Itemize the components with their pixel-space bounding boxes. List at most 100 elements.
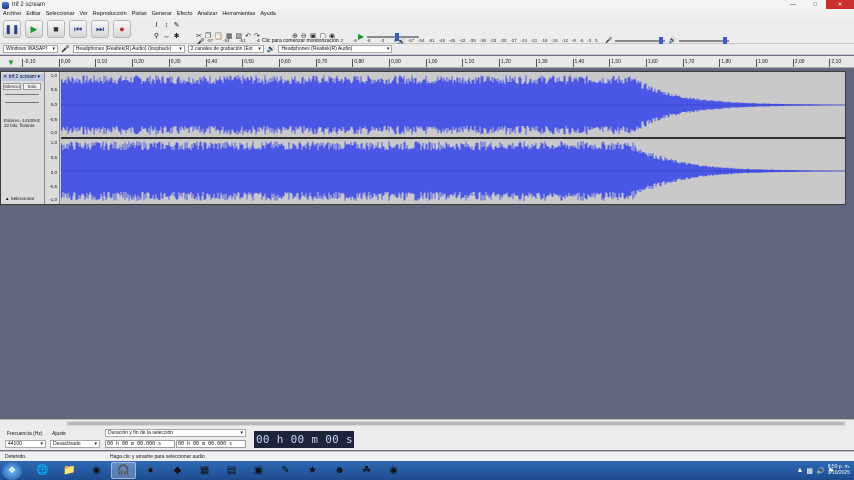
- skip-start-button[interactable]: ⏮: [69, 20, 87, 38]
- audacity-taskbar-icon[interactable]: 🎧: [111, 462, 136, 479]
- ruler-tick-label: 0,50: [242, 59, 254, 67]
- network-icon[interactable]: ▩: [806, 467, 813, 475]
- window-controls: — □ ✕: [782, 0, 854, 10]
- menu-analizar[interactable]: Analizar: [197, 11, 217, 17]
- taskbar: ❖ 🌐 📁 ◉ 🎧 ● ◆ ▦ ▤ ▣ ✎ ★ ☻ ☘ ◉ ▲ ▩ 🔊 ⚑ 8:…: [0, 461, 854, 480]
- menu-pistas[interactable]: Pistas: [132, 11, 147, 17]
- horizontal-scrollbar[interactable]: [66, 421, 846, 426]
- selection-tool-icon[interactable]: I: [152, 20, 161, 30]
- menu-archivo[interactable]: Archivo: [3, 11, 21, 17]
- menu-efecto[interactable]: Efecto: [177, 11, 193, 17]
- track-name-menu[interactable]: ✕ trif 2 scream ▾: [2, 74, 44, 81]
- vruler-label: -1,0: [49, 197, 57, 202]
- ruler-tick-label: 1,20: [499, 59, 511, 67]
- pan-slider[interactable]: [5, 102, 39, 103]
- audio-position-display[interactable]: 00 h 00 m 00 s: [254, 431, 354, 448]
- start-button[interactable]: ❖: [2, 461, 22, 480]
- play-head-icon[interactable]: ▼: [7, 58, 15, 67]
- chrome-icon[interactable]: ●: [138, 462, 163, 479]
- media-app-icon[interactable]: ◉: [84, 462, 109, 479]
- tray-arrow-icon[interactable]: ▲: [796, 467, 803, 474]
- playback-volume-slider[interactable]: [678, 36, 729, 45]
- word-icon[interactable]: ▤: [219, 462, 244, 479]
- scrollbar-thumb[interactable]: [68, 422, 844, 425]
- menu-herramientas[interactable]: Herramientas: [222, 11, 255, 17]
- menu-editar[interactable]: Editar: [26, 11, 40, 17]
- calculator-icon[interactable]: ▦: [192, 462, 217, 479]
- dropdown-arrow-icon: ▾: [37, 74, 41, 80]
- dropdown-arrow-icon: ▾: [40, 441, 43, 447]
- recording-device-select[interactable]: Headphones (Realtek(R) Audio) (loopback)…: [72, 45, 185, 53]
- volume-icon[interactable]: 🔊: [816, 467, 825, 475]
- app-icon: [2, 1, 9, 9]
- dropdown-arrow-icon: ▾: [179, 46, 182, 52]
- title-bar: trif 2 scream — □ ✕: [0, 0, 854, 10]
- zoom-tool-icon[interactable]: ⚲: [152, 31, 161, 41]
- channel-separator: [61, 137, 845, 139]
- ruler-tick-label: 1,40: [572, 59, 585, 67]
- pdf-icon[interactable]: ▣: [246, 462, 271, 479]
- track-select-button[interactable]: ▲ Seleccionar: [5, 196, 34, 201]
- menu-generar[interactable]: Generar: [152, 11, 172, 17]
- draw-tool-icon[interactable]: ✎: [172, 20, 181, 30]
- folder-icon[interactable]: 📁: [57, 462, 82, 479]
- speaker-volume-icon: 🔊: [668, 38, 676, 44]
- play-button[interactable]: ▶: [25, 20, 43, 38]
- game-icon[interactable]: ◆: [165, 462, 190, 479]
- ruler-tick-label: 0,30: [168, 59, 181, 67]
- paint-icon[interactable]: ✎: [273, 462, 298, 479]
- gain-slider[interactable]: [5, 94, 39, 95]
- discord-icon[interactable]: ☻: [327, 462, 352, 479]
- selection-start-field[interactable]: 00 h 00 m 00.000 s: [105, 440, 175, 448]
- windows-logo-icon: ❖: [7, 465, 17, 475]
- timeline-ruler[interactable]: ▼ -0,10 0,00 0,10 0,20 0,30 0,40 0,50 0,60 0,70 0…: [0, 56, 854, 68]
- project-rate-select[interactable]: 44100 ▾: [5, 440, 46, 448]
- record-volume-slider[interactable]: [615, 36, 666, 45]
- close-track-icon[interactable]: ✕: [3, 74, 7, 80]
- solo-button[interactable]: Solo: [23, 83, 41, 90]
- menu-ayuda[interactable]: Ayuda: [260, 11, 276, 17]
- controller-icon[interactable]: ◉: [381, 462, 406, 479]
- clock[interactable]: 8:59 p. m. 3/10/2025: [828, 464, 850, 476]
- menu-reproduccion[interactable]: Reproducción: [93, 11, 127, 17]
- maximize-button[interactable]: □: [804, 0, 826, 9]
- mic-volume-icon: 🎤: [605, 38, 613, 44]
- snap-label: Ajuste: [52, 431, 66, 437]
- skip-end-button[interactable]: ⏭: [91, 20, 109, 38]
- stop-button[interactable]: ■: [47, 20, 65, 38]
- menu-ver[interactable]: Ver: [79, 11, 87, 17]
- close-button[interactable]: ✕: [826, 0, 854, 9]
- fl-studio-icon[interactable]: ☘: [354, 462, 379, 479]
- skip-start-icon: ⏮: [73, 23, 83, 34]
- multi-tool-icon[interactable]: ✱: [172, 31, 181, 41]
- menu-seleccionar[interactable]: Seleccionar: [46, 11, 75, 17]
- playback-device-select[interactable]: Headphones (Realtek(R) Audio) ▾: [278, 45, 393, 53]
- envelope-tool-icon[interactable]: ↕: [162, 20, 171, 30]
- pause-button[interactable]: ❚❚: [3, 20, 21, 38]
- channels-select[interactable]: 2 canales de grabación (Est ▾: [187, 45, 264, 53]
- pause-icon: ❚❚: [4, 23, 20, 34]
- window-title: trif 2 scream: [12, 2, 46, 8]
- vruler-label: -0,5: [49, 117, 57, 122]
- audio-track[interactable]: ✕ trif 2 scream ▾ Silencio Solo Estéreo,…: [0, 71, 846, 205]
- ruler-tick-label: 0,40: [205, 59, 218, 67]
- timeshift-tool-icon[interactable]: ↔: [162, 31, 171, 41]
- star-icon[interactable]: ★: [300, 462, 325, 479]
- mixer-toolbar: 🎤 🔊: [605, 36, 729, 45]
- ruler-tick-label: 1,10: [462, 59, 475, 67]
- mute-button[interactable]: Silencio: [3, 83, 21, 90]
- selection-end-field[interactable]: 00 h 00 m 00.000 s: [176, 440, 246, 448]
- taskbar-apps: 🌐 📁 ◉ 🎧 ● ◆ ▦ ▤ ▣ ✎ ★ ☻ ☘ ◉: [30, 462, 406, 479]
- ruler-tick-label: 1,70: [682, 59, 695, 67]
- track-name: trif 2 scream: [8, 74, 37, 80]
- browser-icon[interactable]: 🌐: [30, 462, 55, 479]
- minimize-button[interactable]: —: [782, 0, 804, 9]
- ruler-tick-label: 1,60: [645, 59, 658, 67]
- ruler-tick-label: 1,50: [609, 59, 621, 67]
- record-button[interactable]: ●: [113, 20, 131, 38]
- vertical-ruler: 1,0 0,5 0,0 -0,5 -1,0 1,0 0,5 0,0 -0,5 -…: [45, 72, 60, 204]
- track-panel[interactable]: ✕ trif 2 scream ▾ Silencio Solo Estéreo,…: [0, 69, 854, 419]
- selection-mode-select[interactable]: Duración y fin de la selección ▾: [105, 429, 246, 437]
- snap-select[interactable]: Desactivado ▾: [50, 440, 100, 448]
- audio-host-select[interactable]: Windows WASAPI ▾: [3, 45, 58, 53]
